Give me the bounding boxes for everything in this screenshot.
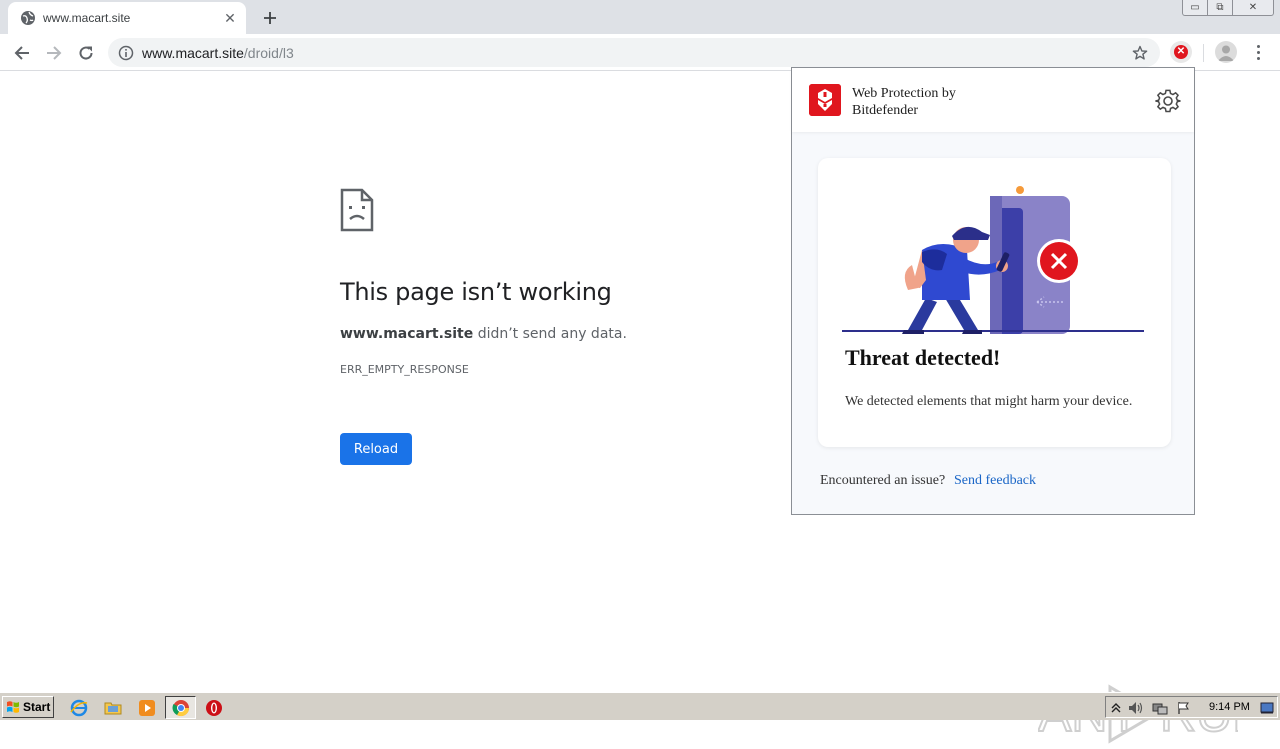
gear-icon[interactable]	[1155, 88, 1181, 114]
close-window-button[interactable]: ✕	[1232, 0, 1274, 16]
reload-button[interactable]: Reload	[340, 433, 412, 465]
error-host: www.macart.site	[340, 326, 474, 342]
browser-titlebar: www.macart.site ✕ ▭ ⧉ ✕	[0, 0, 1280, 34]
feedback-question: Encountered an issue?	[820, 473, 946, 488]
popup-title: Web Protection by Bitdefender	[852, 85, 1002, 119]
popup-title-line2: Bitdefender	[852, 103, 919, 118]
popup-title-line1: Web Protection by	[852, 86, 956, 101]
tab-title: www.macart.site	[43, 11, 131, 25]
window-controls: ▭ ⧉ ✕	[1182, 0, 1274, 16]
error-title: This page isn’t working	[340, 278, 612, 306]
send-feedback-link[interactable]: Send feedback	[954, 473, 1036, 489]
info-icon[interactable]	[118, 45, 134, 61]
windows-taskbar: Start 9:14 PM	[0, 692, 1280, 720]
chevron-up-icon[interactable]	[1108, 700, 1124, 716]
media-player-icon[interactable]	[136, 697, 158, 719]
minimize-button[interactable]: ▭	[1182, 0, 1208, 16]
restore-icon: ⧉	[1216, 2, 1224, 13]
forward-button[interactable]	[41, 40, 67, 66]
bitdefender-logo-icon	[809, 84, 841, 116]
threat-card: Threat detected! We detected elements th…	[818, 158, 1171, 447]
close-icon: ✕	[1248, 2, 1258, 13]
action-center-flag-icon[interactable]	[1176, 700, 1192, 716]
volume-icon[interactable]	[1128, 700, 1144, 716]
globe-icon	[21, 11, 35, 25]
browser-toolbar: www.macart.site/droid/l3 ✕	[0, 34, 1280, 71]
start-button[interactable]: Start	[2, 696, 54, 718]
threat-title: Threat detected!	[845, 345, 1001, 370]
internet-explorer-icon[interactable]	[68, 697, 90, 719]
bitdefender-popup: Web Protection by Bitdefender Threat det…	[791, 67, 1195, 515]
forward-arrow-icon	[47, 46, 62, 60]
popup-header: Web Protection by Bitdefender	[792, 68, 1194, 132]
tab-close-icon[interactable]: ✕	[222, 10, 238, 26]
security-guard-illustration	[842, 186, 1144, 334]
restore-button[interactable]: ⧉	[1207, 0, 1233, 16]
bookmark-star-icon[interactable]	[1130, 43, 1150, 63]
url-text[interactable]: www.macart.site/droid/l3	[142, 45, 1130, 61]
bitdefender-extension-button[interactable]: ✕	[1170, 41, 1192, 63]
error-message-suffix: didn’t send any data.	[473, 326, 627, 342]
sad-page-icon	[340, 188, 374, 232]
toolbar-separator	[1203, 44, 1204, 62]
file-explorer-icon[interactable]	[102, 697, 124, 719]
system-tray: 9:14 PM	[1105, 696, 1278, 718]
chrome-icon[interactable]	[170, 697, 192, 719]
plus-icon	[264, 12, 276, 24]
threat-x-icon: ✕	[1174, 45, 1188, 59]
back-arrow-icon	[14, 46, 29, 60]
opera-icon[interactable]	[203, 697, 225, 719]
tab-active[interactable]: www.macart.site ✕	[8, 2, 246, 34]
browser-menu-icon[interactable]	[1250, 42, 1266, 62]
minimize-icon: ▭	[1190, 2, 1200, 13]
threat-description: We detected elements that might harm you…	[845, 394, 1133, 409]
error-code: ERR_EMPTY_RESPONSE	[340, 363, 469, 376]
windows-flag-icon	[7, 701, 19, 713]
show-desktop-icon[interactable]	[1259, 700, 1275, 716]
profile-avatar[interactable]	[1215, 41, 1237, 63]
network-icon[interactable]	[1152, 700, 1168, 716]
new-tab-button[interactable]	[258, 6, 282, 30]
back-button[interactable]	[9, 40, 35, 66]
url-path: /droid/l3	[243, 44, 294, 61]
person-icon	[1218, 45, 1234, 61]
address-bar[interactable]: www.macart.site/droid/l3	[108, 38, 1160, 67]
start-label: Start	[23, 700, 51, 714]
url-host: www.macart.site	[142, 44, 244, 61]
reload-icon	[79, 46, 93, 60]
error-message: www.macart.site didn’t send any data.	[340, 326, 627, 342]
clock[interactable]: 9:14 PM	[1209, 701, 1250, 713]
reload-toolbar-button[interactable]	[73, 40, 99, 66]
